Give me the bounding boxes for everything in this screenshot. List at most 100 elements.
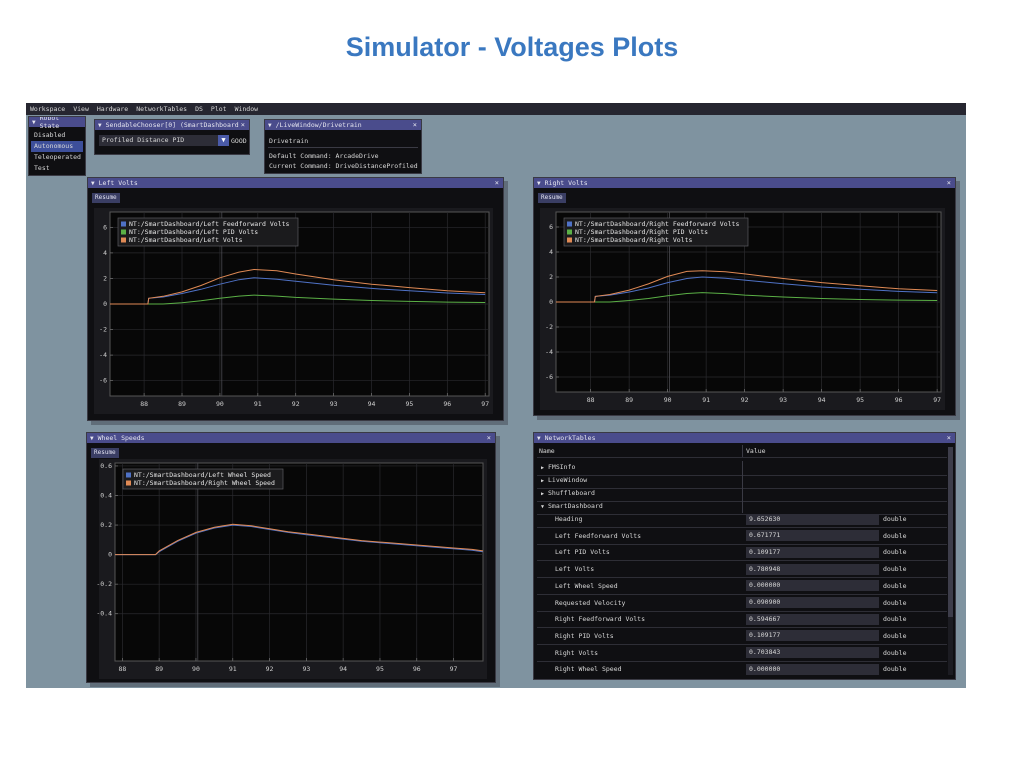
right-volts-plot[interactable]: 88 89 90 91 92 93 94 95 96 97 6 4 2 0 -2 -4 -6 NT:/SmartD…	[534, 188, 955, 415]
y-tick-label: -6	[99, 377, 107, 385]
table-row[interactable]: Heading 9.652630 double	[537, 511, 947, 528]
entry-type: double	[883, 515, 907, 523]
x-tick-label: 90	[664, 396, 672, 404]
tree-expand-icon[interactable]: ▶	[541, 465, 544, 471]
legend-swatch	[121, 229, 126, 235]
close-icon[interactable]: ×	[947, 178, 951, 188]
entry-type: double	[883, 631, 907, 640]
legend-label: NT:/SmartDashboard/Left Volts	[129, 236, 243, 244]
table-row[interactable]: Right PID Volts 0.109177 double	[537, 628, 947, 645]
menu-view[interactable]: View	[69, 103, 93, 115]
tree-expand-icon[interactable]: ▶	[541, 491, 544, 497]
entry-value-field[interactable]: 0.780948	[746, 563, 879, 575]
entry-value-field[interactable]: 0.671771	[746, 530, 879, 542]
legend-label: NT:/SmartDashboard/Right Wheel Speed	[134, 479, 275, 487]
menu-hardware[interactable]: Hardware	[93, 103, 132, 115]
robot-state-test[interactable]: Test	[29, 163, 85, 174]
robot-state-titlebar[interactable]: ▼ Robot State	[29, 117, 85, 130]
table-row[interactable]: Right Volts 0.703843 double	[537, 645, 947, 662]
menu-plot[interactable]: Plot	[207, 103, 231, 115]
entry-value-field[interactable]: 0.594667	[746, 613, 879, 625]
y-tick-label: 6	[549, 223, 553, 231]
wheel-speeds-plot[interactable]: 88 89 90 91 92 93 94 95 96 97 0.6 0.4 0.2 0 -0.2 -0.4 NT…	[87, 443, 495, 682]
drivetrain-titlebar[interactable]: ▼ /LiveWindow/Drivetrain ×	[265, 120, 421, 130]
x-tick-label: 97	[933, 396, 941, 404]
menu-networktables[interactable]: NetworkTables	[132, 103, 191, 115]
menu-window[interactable]: Window	[231, 103, 262, 115]
wheel-speeds-window: ▼ Wheel Speeds × Resume 88 89 90 91 92 93 94 95…	[86, 432, 496, 683]
entry-value-field[interactable]: 9.652630	[746, 513, 879, 525]
column-header-value: Value	[742, 445, 766, 457]
entry-value-field[interactable]: 0.000000	[746, 663, 879, 675]
table-row[interactable]: Right Feedforward Volts 0.594667 double	[537, 611, 947, 629]
collapse-triangle-icon[interactable]: ▼	[268, 122, 272, 129]
x-tick-label: 92	[266, 665, 274, 673]
entry-value-field[interactable]: 0.109177	[746, 630, 879, 642]
entry-name: Left Wheel Speed	[555, 581, 618, 590]
collapse-triangle-icon[interactable]: ▼	[91, 180, 95, 187]
entry-value-field[interactable]: 0.703843	[746, 647, 879, 659]
drivetrain-title: /LiveWindow/Drivetrain	[275, 121, 362, 129]
close-icon[interactable]: ×	[947, 433, 951, 443]
close-icon[interactable]: ×	[487, 433, 491, 443]
tree-expand-icon[interactable]: ▶	[541, 478, 544, 484]
table-row[interactable]: Right Wheel Speed 0.000000 double	[537, 661, 947, 677]
wheel-speeds-titlebar[interactable]: ▼ Wheel Speeds ×	[87, 433, 495, 443]
x-tick-label: 90	[192, 665, 200, 673]
close-icon[interactable]: ×	[495, 178, 499, 188]
wheel-speeds-title: Wheel Speeds	[97, 434, 145, 442]
x-tick-label: 94	[368, 400, 376, 408]
entry-type: double	[883, 648, 907, 657]
chooser-window: ▼ SendableChooser[0] (SmartDashboard × P…	[94, 119, 250, 155]
chooser-titlebar[interactable]: ▼ SendableChooser[0] (SmartDashboard ×	[95, 120, 249, 130]
scrollbar-thumb[interactable]	[948, 447, 953, 617]
legend-swatch	[121, 221, 126, 227]
network-tables-titlebar[interactable]: ▼ NetworkTables ×	[534, 433, 955, 443]
y-tick-label: -0.2	[96, 580, 112, 588]
menu-workspace[interactable]: Workspace	[26, 103, 69, 115]
robot-state-list: Disabled Autonomous Teleoperated Test	[29, 127, 85, 174]
table-row[interactable]: Left Feedforward Volts 0.671771 double	[537, 528, 947, 545]
collapse-triangle-icon[interactable]: ▼	[90, 435, 94, 442]
legend: NT:/SmartDashboard/Left Wheel SpeedNT:/S…	[122, 468, 284, 490]
tree-expand-icon[interactable]: ▼	[541, 504, 544, 510]
left-volts-plot[interactable]: 88 89 90 91 92 93 94 95 96 97 6 4 2 0 -2 -4 -6 NT:/SmartD…	[88, 188, 503, 420]
entry-value-field[interactable]: 0.109177	[746, 546, 879, 558]
table-row[interactable]: Requested Velocity 0.090900 double	[537, 595, 947, 612]
close-icon[interactable]: ×	[241, 120, 245, 130]
collapse-triangle-icon[interactable]: ▼	[537, 435, 541, 442]
entry-type: double	[883, 615, 907, 624]
collapse-triangle-icon[interactable]: ▼	[537, 180, 541, 187]
table-row[interactable]: Left PID Volts 0.109177 double	[537, 544, 947, 562]
x-tick-label: 95	[376, 665, 384, 673]
y-tick-label: 2	[103, 274, 107, 282]
x-tick-label: 88	[587, 396, 595, 404]
x-tick-label: 88	[140, 400, 148, 408]
scrollbar[interactable]	[948, 447, 953, 675]
left-volts-titlebar[interactable]: ▼ Left Volts ×	[88, 178, 503, 188]
chooser-dropdown[interactable]: Profiled Distance PID ▼	[99, 135, 229, 146]
x-tick-label: 96	[895, 396, 903, 404]
chevron-down-icon[interactable]: ▼	[218, 135, 229, 146]
table-row[interactable]: Left Volts 0.780948 double	[537, 561, 947, 579]
x-tick-label: 91	[702, 396, 710, 404]
legend-swatch	[567, 221, 572, 227]
collapse-triangle-icon[interactable]: ▼	[32, 119, 36, 126]
close-icon[interactable]: ×	[413, 120, 417, 130]
legend-label: NT:/SmartDashboard/Left Wheel Speed	[134, 471, 271, 479]
tree-group-label: Shuffleboard	[548, 489, 595, 497]
robot-state-teleoperated[interactable]: Teleoperated	[29, 152, 85, 163]
y-tick-label: -4	[99, 351, 107, 359]
chooser-selected: Profiled Distance PID	[102, 136, 185, 144]
right-volts-titlebar[interactable]: ▼ Right Volts ×	[534, 178, 955, 188]
entry-value-field[interactable]: 0.000000	[746, 580, 879, 592]
collapse-triangle-icon[interactable]: ▼	[98, 122, 102, 129]
table-row[interactable]: Left Wheel Speed 0.000000 double	[537, 578, 947, 595]
menu-ds[interactable]: DS	[191, 103, 207, 115]
left-volts-window: ▼ Left Volts × Resume 88 89 90 91 92 93 94 95 96…	[87, 177, 504, 421]
robot-state-autonomous[interactable]: Autonomous	[31, 141, 83, 152]
entry-value-field[interactable]: 0.090900	[746, 597, 879, 608]
table-header-row: Name Value	[537, 445, 947, 458]
entry-type: double	[883, 581, 907, 590]
robot-state-disabled[interactable]: Disabled	[29, 130, 85, 141]
